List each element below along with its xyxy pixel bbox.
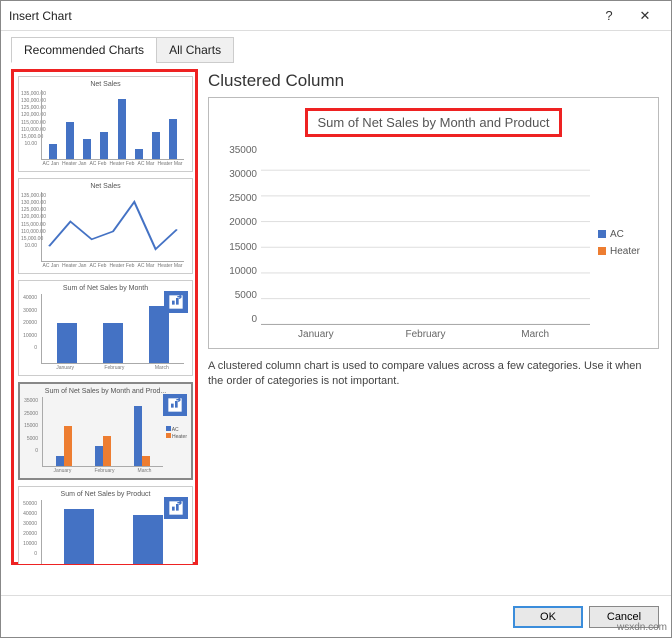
tab-recommended[interactable]: Recommended Charts xyxy=(11,37,157,63)
thumb-yaxis: 50000400003000020000100000 xyxy=(21,501,37,557)
thumb-chart xyxy=(42,397,163,467)
plot-area xyxy=(261,145,590,325)
thumb-xlabels: AC JanHeater JanAC FebHeater FebAC MarHe… xyxy=(41,263,184,269)
thumb-sum-by-month[interactable]: Sum of Net Sales by Month 40000300002000… xyxy=(18,280,193,376)
dialog-title: Insert Chart xyxy=(9,9,591,23)
thumb-sum-by-month-product[interactable]: Sum of Net Sales by Month and Prod... 35… xyxy=(18,382,193,480)
thumb-net-sales-bar[interactable]: Net Sales 135,000.00130,000.00125,000.00… xyxy=(18,76,193,172)
chart-description: A clustered column chart is used to comp… xyxy=(208,359,659,390)
thumb-chart xyxy=(41,294,184,364)
y-axis: 35000 30000 25000 20000 15000 10000 5000… xyxy=(217,145,261,325)
insert-chart-dialog: Insert Chart ? ✕ Recommended Charts All … xyxy=(0,0,672,638)
watermark: wsxdn.com xyxy=(617,622,667,633)
chart-title-wrap: Sum of Net Sales by Month and Product xyxy=(217,108,650,137)
help-icon[interactable]: ? xyxy=(591,2,627,30)
thumb-title: Net Sales xyxy=(23,81,188,88)
thumb-yaxis: 135,000.00130,000.00125,000.00120,000.00… xyxy=(21,91,37,147)
legend: AC Heater xyxy=(590,145,650,340)
thumb-xlabels: JanuaryFebruaryMarch xyxy=(41,365,184,371)
main-area: Net Sales 135,000.00130,000.00125,000.00… xyxy=(1,63,671,595)
pivot-chart-icon xyxy=(163,394,187,416)
thumb-title: Net Sales xyxy=(23,183,188,190)
thumbnail-panel-wrap: Net Sales 135,000.00130,000.00125,000.00… xyxy=(13,71,198,591)
legend-item-ac: AC xyxy=(598,229,650,240)
close-icon[interactable]: ✕ xyxy=(627,2,663,30)
thumb-chart xyxy=(41,90,184,160)
chart-type-heading: Clustered Column xyxy=(208,71,659,91)
thumb-chart xyxy=(41,500,184,565)
thumb-legend: AC Heater xyxy=(166,426,187,440)
x-label: February xyxy=(371,329,481,340)
dialog-footer: OK Cancel wsxdn.com xyxy=(1,595,671,637)
tab-all-charts[interactable]: All Charts xyxy=(156,37,234,63)
preview-pane: Clustered Column Sum of Net Sales by Mon… xyxy=(208,71,659,591)
ok-button[interactable]: OK xyxy=(513,606,583,628)
titlebar: Insert Chart ? ✕ xyxy=(1,1,671,31)
chart-title: Sum of Net Sales by Month and Product xyxy=(305,108,563,137)
thumb-line-chart xyxy=(41,192,184,262)
tab-bar: Recommended Charts All Charts xyxy=(1,31,671,63)
plot-wrap: JanuaryFebruaryMarch xyxy=(261,145,590,340)
chart-preview: Sum of Net Sales by Month and Product 35… xyxy=(208,97,659,349)
legend-item-heater: Heater xyxy=(598,246,650,257)
thumb-xlabels: AC JanHeater JanAC FebHeater FebAC MarHe… xyxy=(41,161,184,167)
thumb-sum-by-product[interactable]: Sum of Net Sales by Product 500004000030… xyxy=(18,486,193,565)
x-axis: JanuaryFebruaryMarch xyxy=(261,329,590,340)
x-label: March xyxy=(480,329,590,340)
thumb-yaxis: 400003000020000100000 xyxy=(21,295,37,351)
thumb-yaxis: 35000250001500050000 xyxy=(22,398,38,454)
chart-body: 35000 30000 25000 20000 15000 10000 5000… xyxy=(217,145,650,340)
x-label: January xyxy=(261,329,371,340)
thumb-xlabels: JanuaryFebruaryMarch xyxy=(42,468,163,474)
thumb-net-sales-line[interactable]: Net Sales 135,000.00130,000.00125,000.00… xyxy=(18,178,193,274)
thumbnail-panel[interactable]: Net Sales 135,000.00130,000.00125,000.00… xyxy=(13,71,198,565)
thumb-yaxis: 135,000.00130,000.00125,000.00120,000.00… xyxy=(21,193,37,249)
